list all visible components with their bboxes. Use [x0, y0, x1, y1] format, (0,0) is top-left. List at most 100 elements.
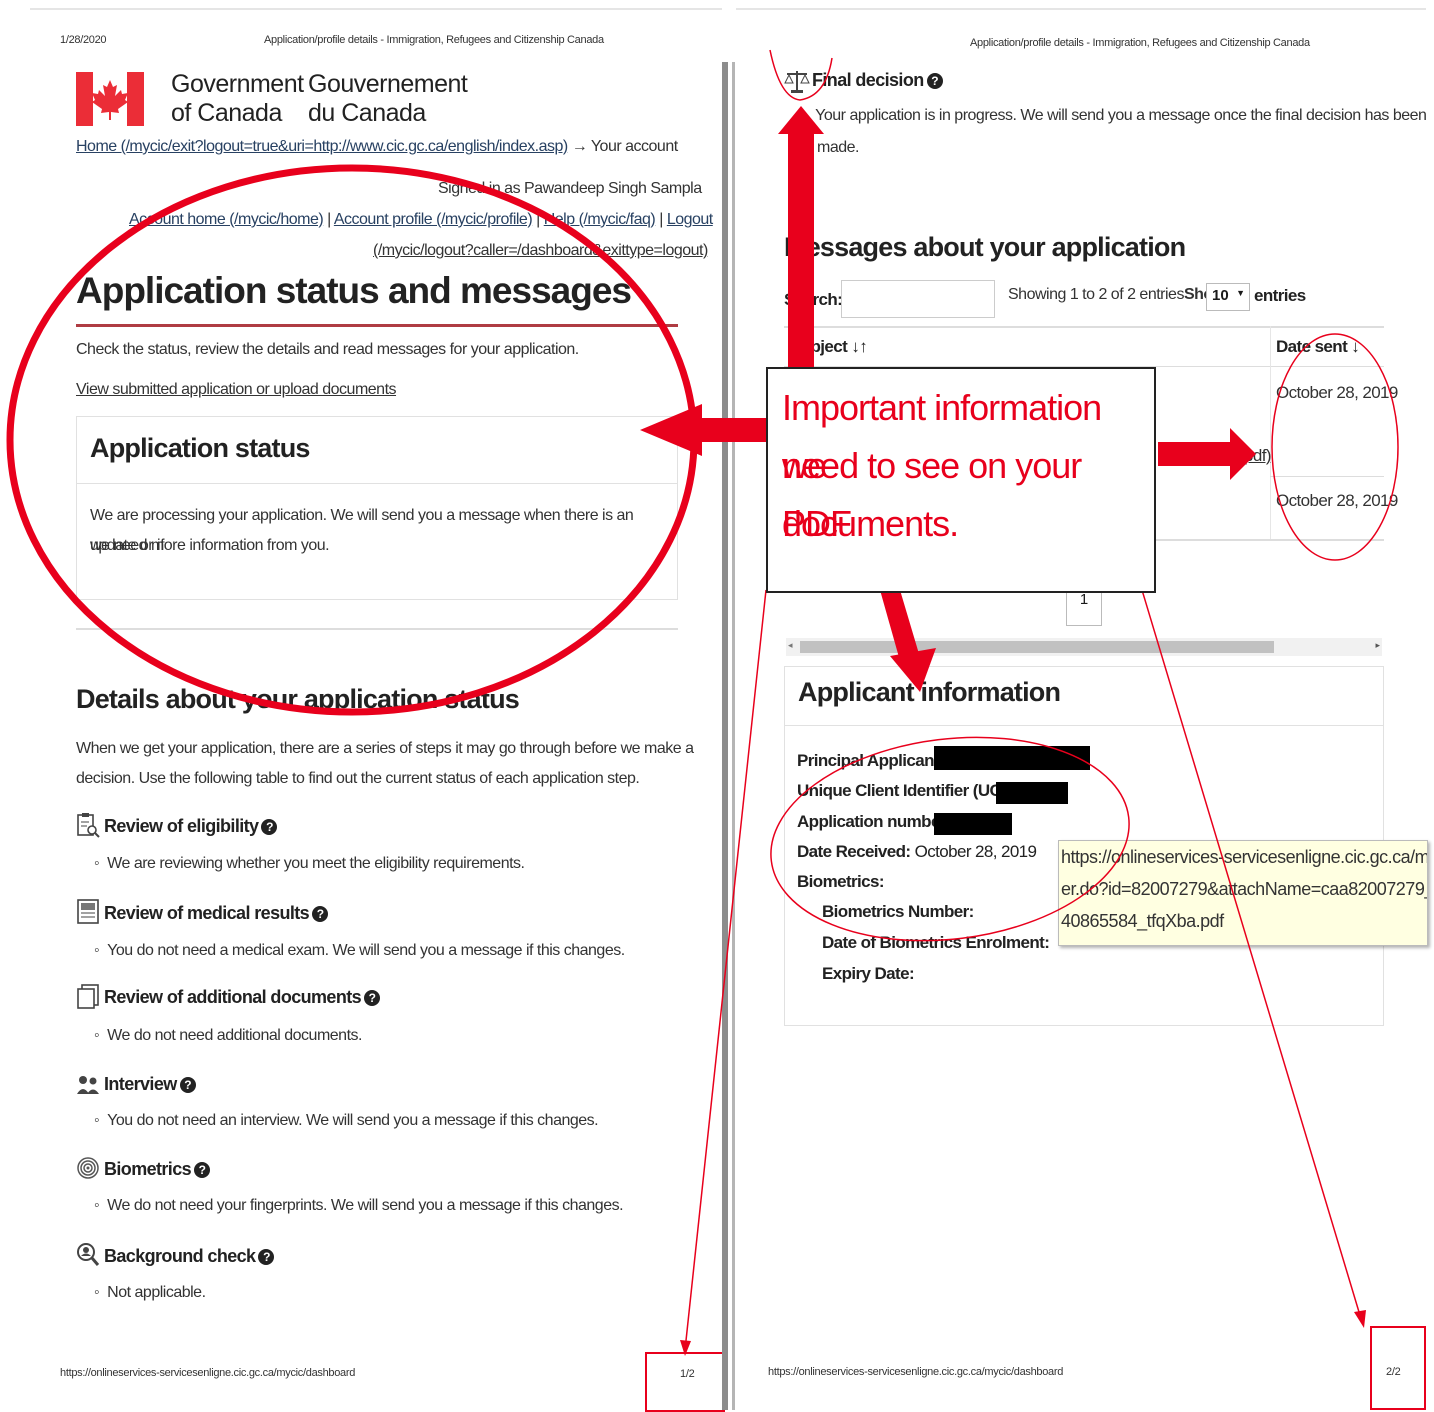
col-subject[interactable]: Subject ↓↑	[790, 337, 868, 357]
sort-desc-icon: ↓	[1351, 337, 1360, 356]
nav-separator: |	[327, 211, 331, 228]
col-date-sent[interactable]: Date sent ↓	[1276, 337, 1360, 357]
tooltip-line-2: er.do?id=82007279&attachName=caa82007279…	[1061, 879, 1427, 899]
intro-text: Check the status, review the details and…	[76, 341, 579, 358]
appnum-row: Application number:	[797, 812, 951, 832]
medical-report-icon	[77, 899, 99, 924]
scroll-right-icon[interactable]: ▸	[1375, 640, 1380, 651]
canada-flag-icon	[76, 72, 144, 126]
step-title: Review of additional documents	[104, 987, 362, 1007]
expiry-date-label: Expiry Date:	[822, 964, 915, 983]
gov-canada-fr: Gouvernement du Canada	[308, 70, 468, 128]
help-icon[interactable]: ?	[261, 819, 278, 836]
redaction-appnum	[934, 813, 1012, 835]
showing-entries: Showing 1 to 2 of 2 entriesShow	[1008, 286, 1225, 304]
documents-icon	[77, 984, 99, 1009]
signed-in-text: Signed in as Pawandeep Singh Sampla	[438, 180, 702, 197]
appnum-label: Application number:	[797, 812, 951, 831]
page-title: Application status and messages	[76, 270, 632, 311]
application-status-panel: Application status We are processing you…	[76, 416, 678, 600]
date-received-row: Date Received: October 28, 2019	[797, 842, 1037, 862]
gov-fr-line1: Gouvernement	[308, 70, 468, 98]
nav-separator: |	[536, 211, 540, 228]
account-profile-link[interactable]: Account profile (/mycic/profile)	[334, 211, 533, 228]
help-icon[interactable]: ?	[258, 1249, 275, 1266]
gov-canada-en: Government of Canada	[171, 70, 304, 128]
details-line-2: decision. Use the following table to fin…	[76, 770, 640, 787]
col-subject-label: Subject	[790, 337, 848, 356]
background-check-icon	[77, 1243, 100, 1266]
date-received-value: October 28, 2019	[914, 842, 1037, 861]
search-input[interactable]	[841, 280, 995, 318]
step-title: Biometrics	[104, 1159, 192, 1179]
entries-label: entries	[1254, 286, 1306, 305]
help-icon[interactable]: ?	[179, 1077, 196, 1094]
logout-link[interactable]: Logout	[667, 211, 713, 228]
breadcrumb: Home (/mycic/exit?logout=true&uri=http:/…	[76, 138, 678, 156]
help-icon[interactable]: ?	[926, 73, 943, 90]
scales-icon	[784, 71, 810, 93]
step-title: Review of eligibility	[104, 816, 259, 836]
print-date: 1/28/2020	[60, 34, 107, 46]
col-date-label: Date sent	[1276, 337, 1348, 356]
step-title: Interview	[104, 1074, 177, 1094]
biometrics-label: Biometrics:	[797, 872, 885, 891]
page-divider	[722, 62, 728, 1410]
help-icon[interactable]: ?	[312, 906, 329, 923]
applicant-info-heading: Applicant information	[798, 677, 1061, 707]
step-background-desc: Not applicable.	[94, 1284, 206, 1302]
uci-row: Unique Client Identifier (UCI): 1	[797, 781, 1029, 801]
annotation-callout-box: Important information we need to see on …	[766, 367, 1156, 593]
page-length-select[interactable]: 10 ▼	[1206, 283, 1250, 311]
step-documents: Review of additional documents?	[104, 987, 381, 1008]
account-home-link[interactable]: Account home (/mycic/home)	[129, 211, 324, 228]
step-biometrics-desc: We do not need your fingerprints. We wil…	[94, 1197, 623, 1215]
breadcrumb-current: Your account	[590, 138, 678, 155]
biometrics-number-label: Biometrics Number:	[822, 902, 974, 921]
page-length-value: 10	[1212, 287, 1229, 304]
scroll-thumb[interactable]	[800, 641, 1274, 653]
help-icon[interactable]: ?	[364, 990, 381, 1007]
logout-url-link[interactable]: (/mycic/logout?caller=/dashboard&exittyp…	[373, 242, 708, 260]
nav-separator: |	[659, 211, 663, 228]
details-heading: Details about your application status	[76, 684, 520, 714]
step-title: Background check	[104, 1246, 256, 1266]
final-decision-line-2: made.	[817, 139, 859, 156]
help-icon[interactable]: ?	[194, 1162, 211, 1179]
step-background: Background check?	[104, 1246, 275, 1267]
title-rule	[76, 324, 678, 327]
date-received-label: Date Received:	[797, 842, 911, 861]
row-2-date: October 28, 2019	[1276, 491, 1398, 510]
status-line-2: we need more information from you.	[90, 537, 330, 554]
tooltip-line-3: 40865584_tfqXba.pdf	[1061, 911, 1224, 931]
home-link[interactable]: Home (/mycic/exit?logout=true&uri=http:/…	[76, 138, 568, 155]
step-eligibility: Review of eligibility?	[104, 816, 278, 837]
step-interview: Interview?	[104, 1074, 196, 1095]
step-documents-desc: We do not need additional documents.	[94, 1027, 362, 1045]
scroll-left-icon[interactable]: ◂	[788, 640, 793, 651]
callout-line-3: documents.	[782, 503, 959, 544]
tooltip-line-1: https://onlineservices-servicesenligne.c…	[1061, 847, 1428, 867]
step-eligibility-desc: We are reviewing whether you meet the el…	[94, 855, 525, 873]
application-status-heading: Application status	[90, 433, 310, 463]
search-label: Search:	[784, 290, 843, 309]
final-decision-title: Final decision?	[812, 70, 943, 91]
footer-url-right: https://onlineservices-servicesenligne.c…	[768, 1366, 1064, 1378]
view-submitted-link[interactable]: View submitted application or upload doc…	[76, 381, 397, 399]
step-medical-desc: You do not need a medical exam. We will …	[94, 942, 625, 960]
help-link[interactable]: Help (/mycic/faq)	[544, 211, 656, 228]
row-1-subject-link[interactable]: pdf)	[1244, 446, 1272, 466]
breadcrumb-arrow-icon: →	[571, 138, 588, 155]
col-divider	[1270, 326, 1271, 540]
gov-fr-line2: du Canada	[308, 99, 426, 127]
horizontal-scrollbar[interactable]: ◂ ▸	[786, 638, 1382, 656]
page-title-wrap: Application status and messages	[76, 270, 632, 312]
step-interview-desc: You do not need an interview. We will se…	[94, 1112, 598, 1130]
redaction-uci	[996, 782, 1068, 804]
account-nav: Account home (/mycic/home) | Account pro…	[129, 211, 713, 229]
biometrics-date-label: Date of Biometrics Enrolment:	[822, 933, 1050, 952]
select-arrow-icon: ▼	[1236, 288, 1245, 298]
step-title: Review of medical results	[104, 903, 310, 923]
print-header-title-2: Application/profile details - Immigratio…	[970, 37, 1310, 49]
page-number-highlight-left	[645, 1352, 725, 1412]
